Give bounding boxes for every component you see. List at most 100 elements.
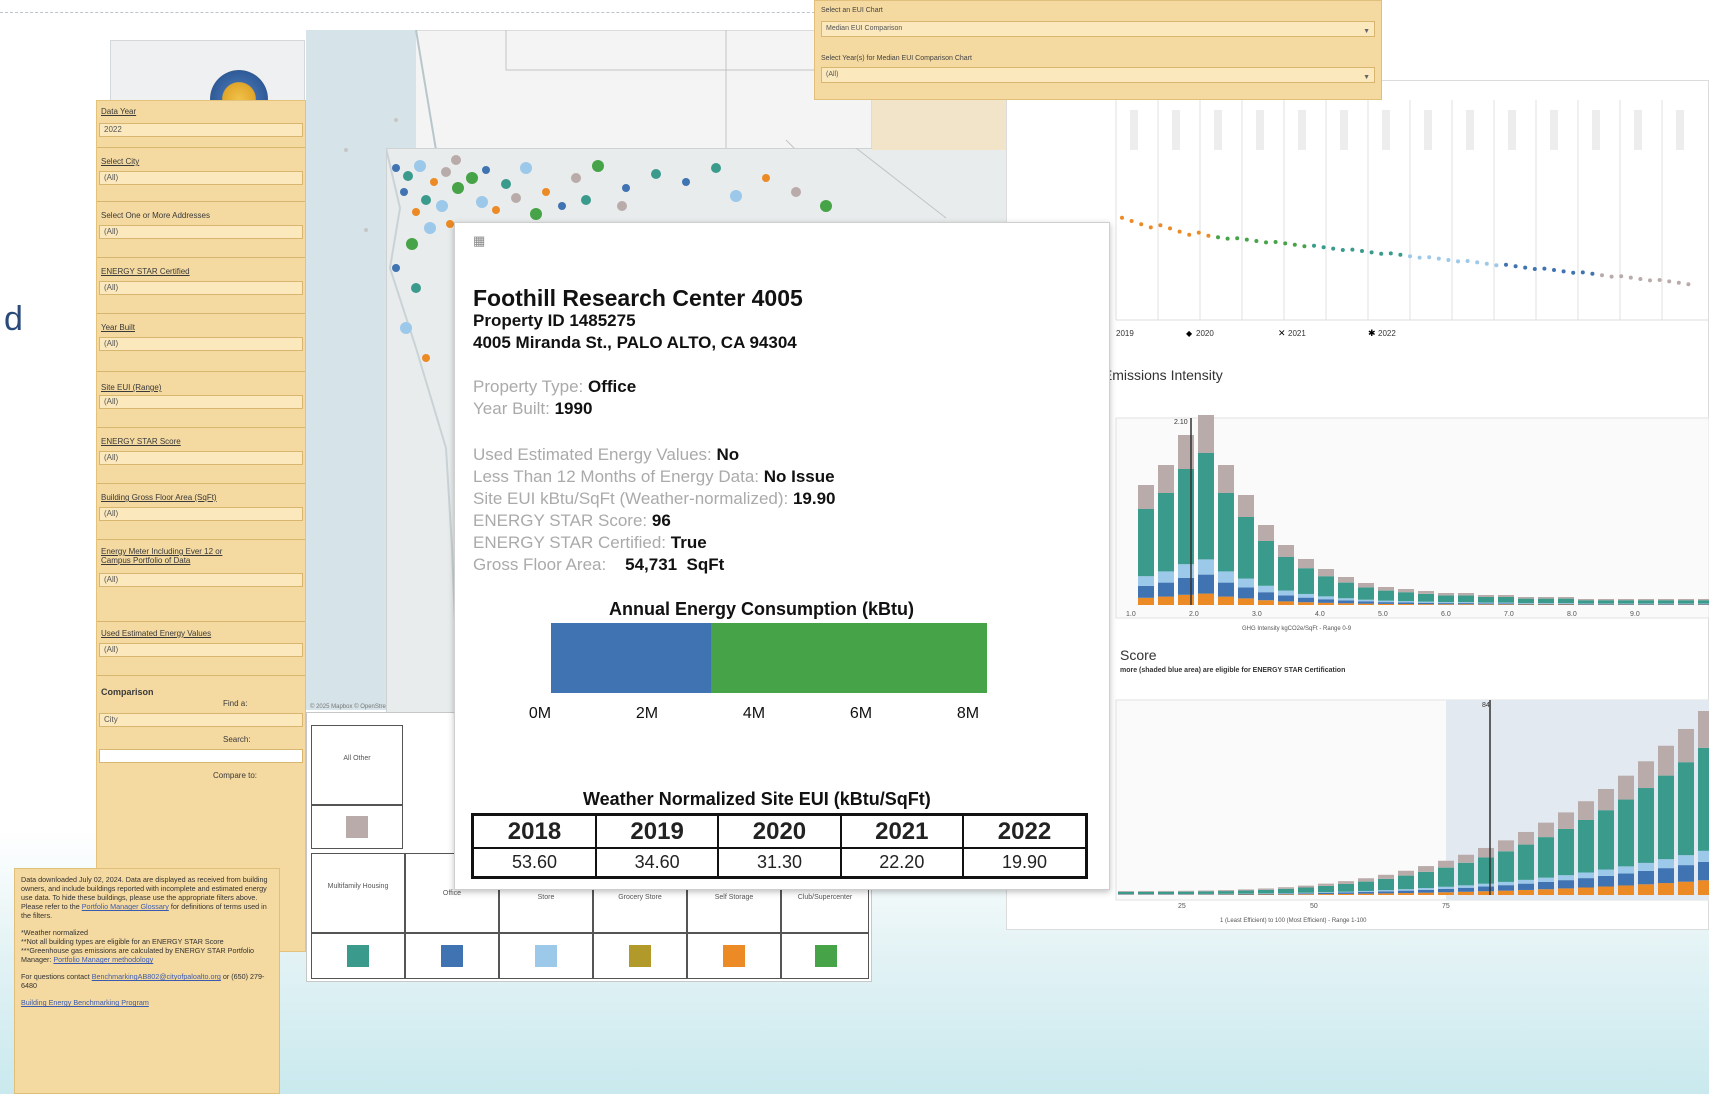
map-building-dot[interactable] [511,193,521,203]
score-bar-segment [1498,840,1514,852]
filter-select-floor-area[interactable]: (All) [99,507,303,521]
ghg-bar-segment [1658,600,1674,604]
score-bar-segment [1658,745,1674,776]
score-bar-segment [1498,885,1514,891]
energy-bar-segment[interactable] [551,623,712,693]
map-building-dot[interactable] [542,188,550,196]
data-notes-panel: Data downloaded July 02, 2024. Data are … [14,868,280,1094]
map-building-dot[interactable] [424,222,436,234]
map-building-dot[interactable] [452,182,464,194]
map-building-dot[interactable] [392,264,400,272]
map-building-dot[interactable] [492,206,500,214]
category-header [1340,110,1348,150]
ghg-bar-segment [1198,593,1214,605]
score-bar-segment [1338,881,1354,884]
score-bar-segment [1518,879,1534,884]
map-building-dot[interactable] [446,220,454,228]
ghg-bar-segment [1238,517,1254,579]
search-input[interactable] [99,749,303,763]
score-bar-segment [1398,893,1414,895]
filter-select-site-eui[interactable]: (All) [99,395,303,409]
filter-select-score[interactable]: (All) [99,451,303,465]
legend-swatch-cell [593,933,687,979]
methodology-link[interactable]: Portfolio Manager methodology [53,955,153,964]
map-building-dot[interactable] [617,201,627,211]
score-bar-segment [1538,877,1554,882]
filter-select-energy-meter[interactable]: (All) [99,573,303,587]
ghg-bar-segment [1458,595,1474,603]
eui-chart-select[interactable]: Median EUI Comparison ▼ [821,21,1375,37]
score-bar-segment [1438,892,1454,895]
map-building-dot[interactable] [592,160,604,172]
map-building-dot[interactable] [791,187,801,197]
map-building-dot[interactable] [622,184,630,192]
filter-select-city[interactable]: (All) [99,171,303,185]
ghg-bar-segment [1498,604,1514,605]
score-bar-segment [1398,890,1414,894]
note-text: **Not all building types are eligible fo… [21,937,224,946]
map-building-dot[interactable] [436,200,448,212]
energy-bar-segment[interactable] [711,623,988,693]
find-type-select[interactable]: City [99,713,303,727]
calendar-icon[interactable]: ▦ [473,233,485,249]
map-building-dot[interactable] [406,238,418,250]
map-building-dot[interactable] [501,179,511,189]
map-building-dot[interactable] [411,283,421,293]
trend-point [1369,250,1374,255]
map-building-dot[interactable] [422,354,430,362]
map-building-dot[interactable] [392,164,400,172]
map-building-dot[interactable] [400,188,408,196]
map-building-dot[interactable] [451,155,461,165]
trend-point [1129,219,1134,223]
chart-selector-panel: Select an EUI Chart Median EUI Compariso… [814,0,1382,100]
score-bar-segment [1558,875,1574,881]
note-text: *Weather normalized [21,928,88,937]
map-building-dot[interactable] [558,202,566,210]
score-bar-segment [1558,880,1574,889]
legend-swatch-all-other [346,816,368,838]
map-building-dot[interactable] [682,178,690,186]
map-building-dot[interactable] [530,208,542,220]
map-building-dot[interactable] [476,196,488,208]
ghg-bar-segment [1538,603,1554,605]
ghg-bar-segment [1278,557,1294,591]
filter-select-year-built[interactable]: (All) [99,337,303,351]
map-building-dot[interactable] [820,200,832,212]
filter-select-estimated[interactable]: (All) [99,643,303,657]
score-bar-segment [1618,799,1634,867]
map-building-dot[interactable] [414,160,426,172]
trend-point [1523,265,1528,270]
map-building-dot[interactable] [711,163,721,173]
map-building-dot[interactable] [730,190,742,202]
filter-select-certified[interactable]: (All) [99,281,303,295]
contact-email-link[interactable]: BenchmarkingAB802@cityofpaloalto.org [92,972,221,981]
legend-swatch-club [815,945,837,967]
program-link[interactable]: Building Energy Benchmarking Program [21,998,149,1007]
filter-select-data-year[interactable]: 2022 [99,123,303,137]
map-building-dot[interactable] [400,322,412,334]
map-building-dot[interactable] [651,169,661,179]
map-building-dot[interactable] [482,166,490,174]
trend-point [1360,249,1364,253]
map-building-dot[interactable] [466,172,478,184]
ghg-bar-segment [1298,559,1314,569]
map-building-dot[interactable] [403,171,413,181]
map-building-dot[interactable] [412,208,420,216]
map-building-dot[interactable] [421,195,431,205]
glossary-link[interactable]: Portfolio Manager Glossary [82,902,169,911]
category-header [1634,110,1642,150]
trend-point [1494,263,1499,268]
map-building-dot[interactable] [441,167,451,177]
map-building-dot[interactable] [762,174,770,182]
map-building-dot[interactable] [520,162,532,174]
map-building-dot[interactable] [581,195,591,205]
map-building-dot[interactable] [430,178,438,186]
ghg-bar-segment [1598,604,1614,605]
ghg-bar-segment [1158,465,1174,493]
score-bar-segment [1638,761,1654,789]
filter-select-addresses[interactable]: (All) [99,225,303,239]
map-building-dot[interactable] [571,173,581,183]
years-select[interactable]: (All) ▼ [821,67,1375,83]
trend-point [1292,242,1297,247]
years-label: Select Year(s) for Median EUI Comparison… [821,55,972,62]
